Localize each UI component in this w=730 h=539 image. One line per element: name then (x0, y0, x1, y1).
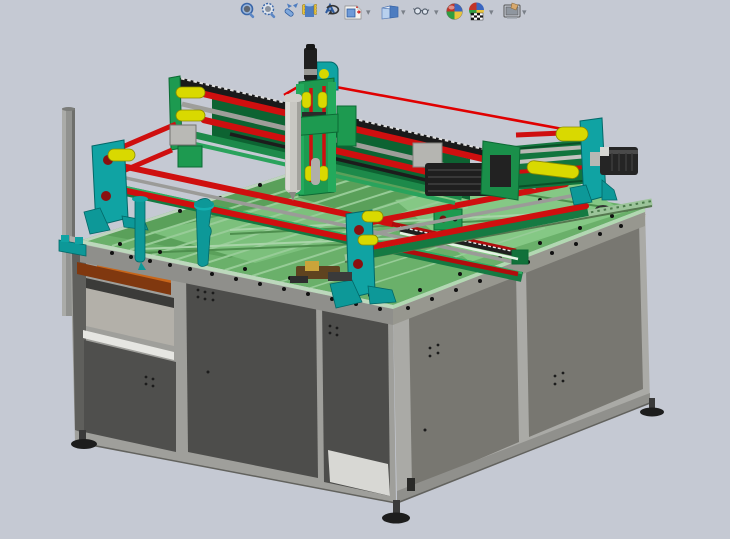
svg-text:▾: ▾ (489, 7, 494, 17)
svg-text:▾: ▾ (434, 7, 439, 17)
svg-text:▾: ▾ (522, 7, 527, 17)
svg-text:▾: ▾ (401, 7, 406, 17)
svg-text:▾: ▾ (366, 7, 371, 17)
